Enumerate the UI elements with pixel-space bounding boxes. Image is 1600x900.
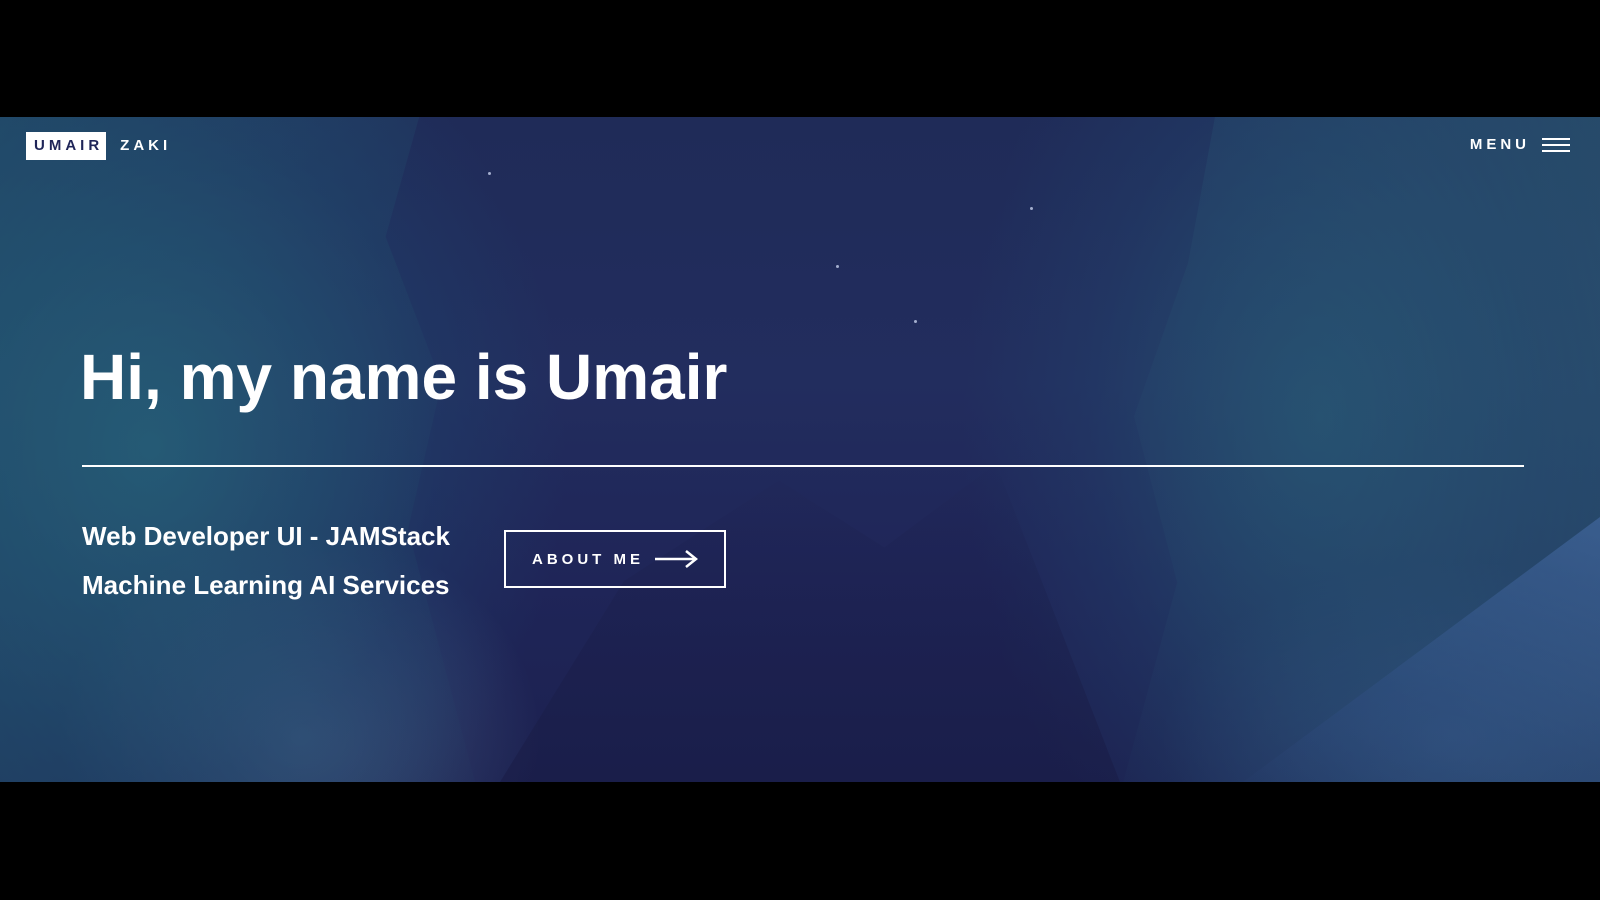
hero-section xyxy=(0,117,1600,782)
logo-secondary-text: ZAKI xyxy=(120,137,172,154)
tagline-machine-learning: Machine Learning AI Services xyxy=(82,570,450,600)
menu-button[interactable]: MENU xyxy=(1470,136,1570,153)
hamburger-icon xyxy=(1542,137,1570,152)
about-me-button[interactable]: ABOUT ME xyxy=(504,530,726,588)
background-star xyxy=(836,265,839,268)
hero-headline: Hi, my name is Umair xyxy=(80,341,728,413)
about-me-label: ABOUT ME xyxy=(532,550,644,568)
background-cliff-left xyxy=(0,117,476,782)
background-star xyxy=(488,172,491,175)
hero-divider xyxy=(82,465,1524,467)
background-valley xyxy=(500,463,1120,782)
logo-primary-text: UMAIR xyxy=(26,132,107,160)
letterbox-bottom xyxy=(0,782,1600,900)
letterbox-top xyxy=(0,0,1600,117)
site-logo[interactable]: UMAIR ZAKI xyxy=(26,132,171,160)
arrow-right-icon xyxy=(655,550,698,568)
menu-label: MENU xyxy=(1469,136,1530,153)
background-star xyxy=(914,320,917,323)
tagline-web-developer: Web Developer UI - JAMStack xyxy=(82,521,450,551)
background-star xyxy=(1030,207,1033,210)
